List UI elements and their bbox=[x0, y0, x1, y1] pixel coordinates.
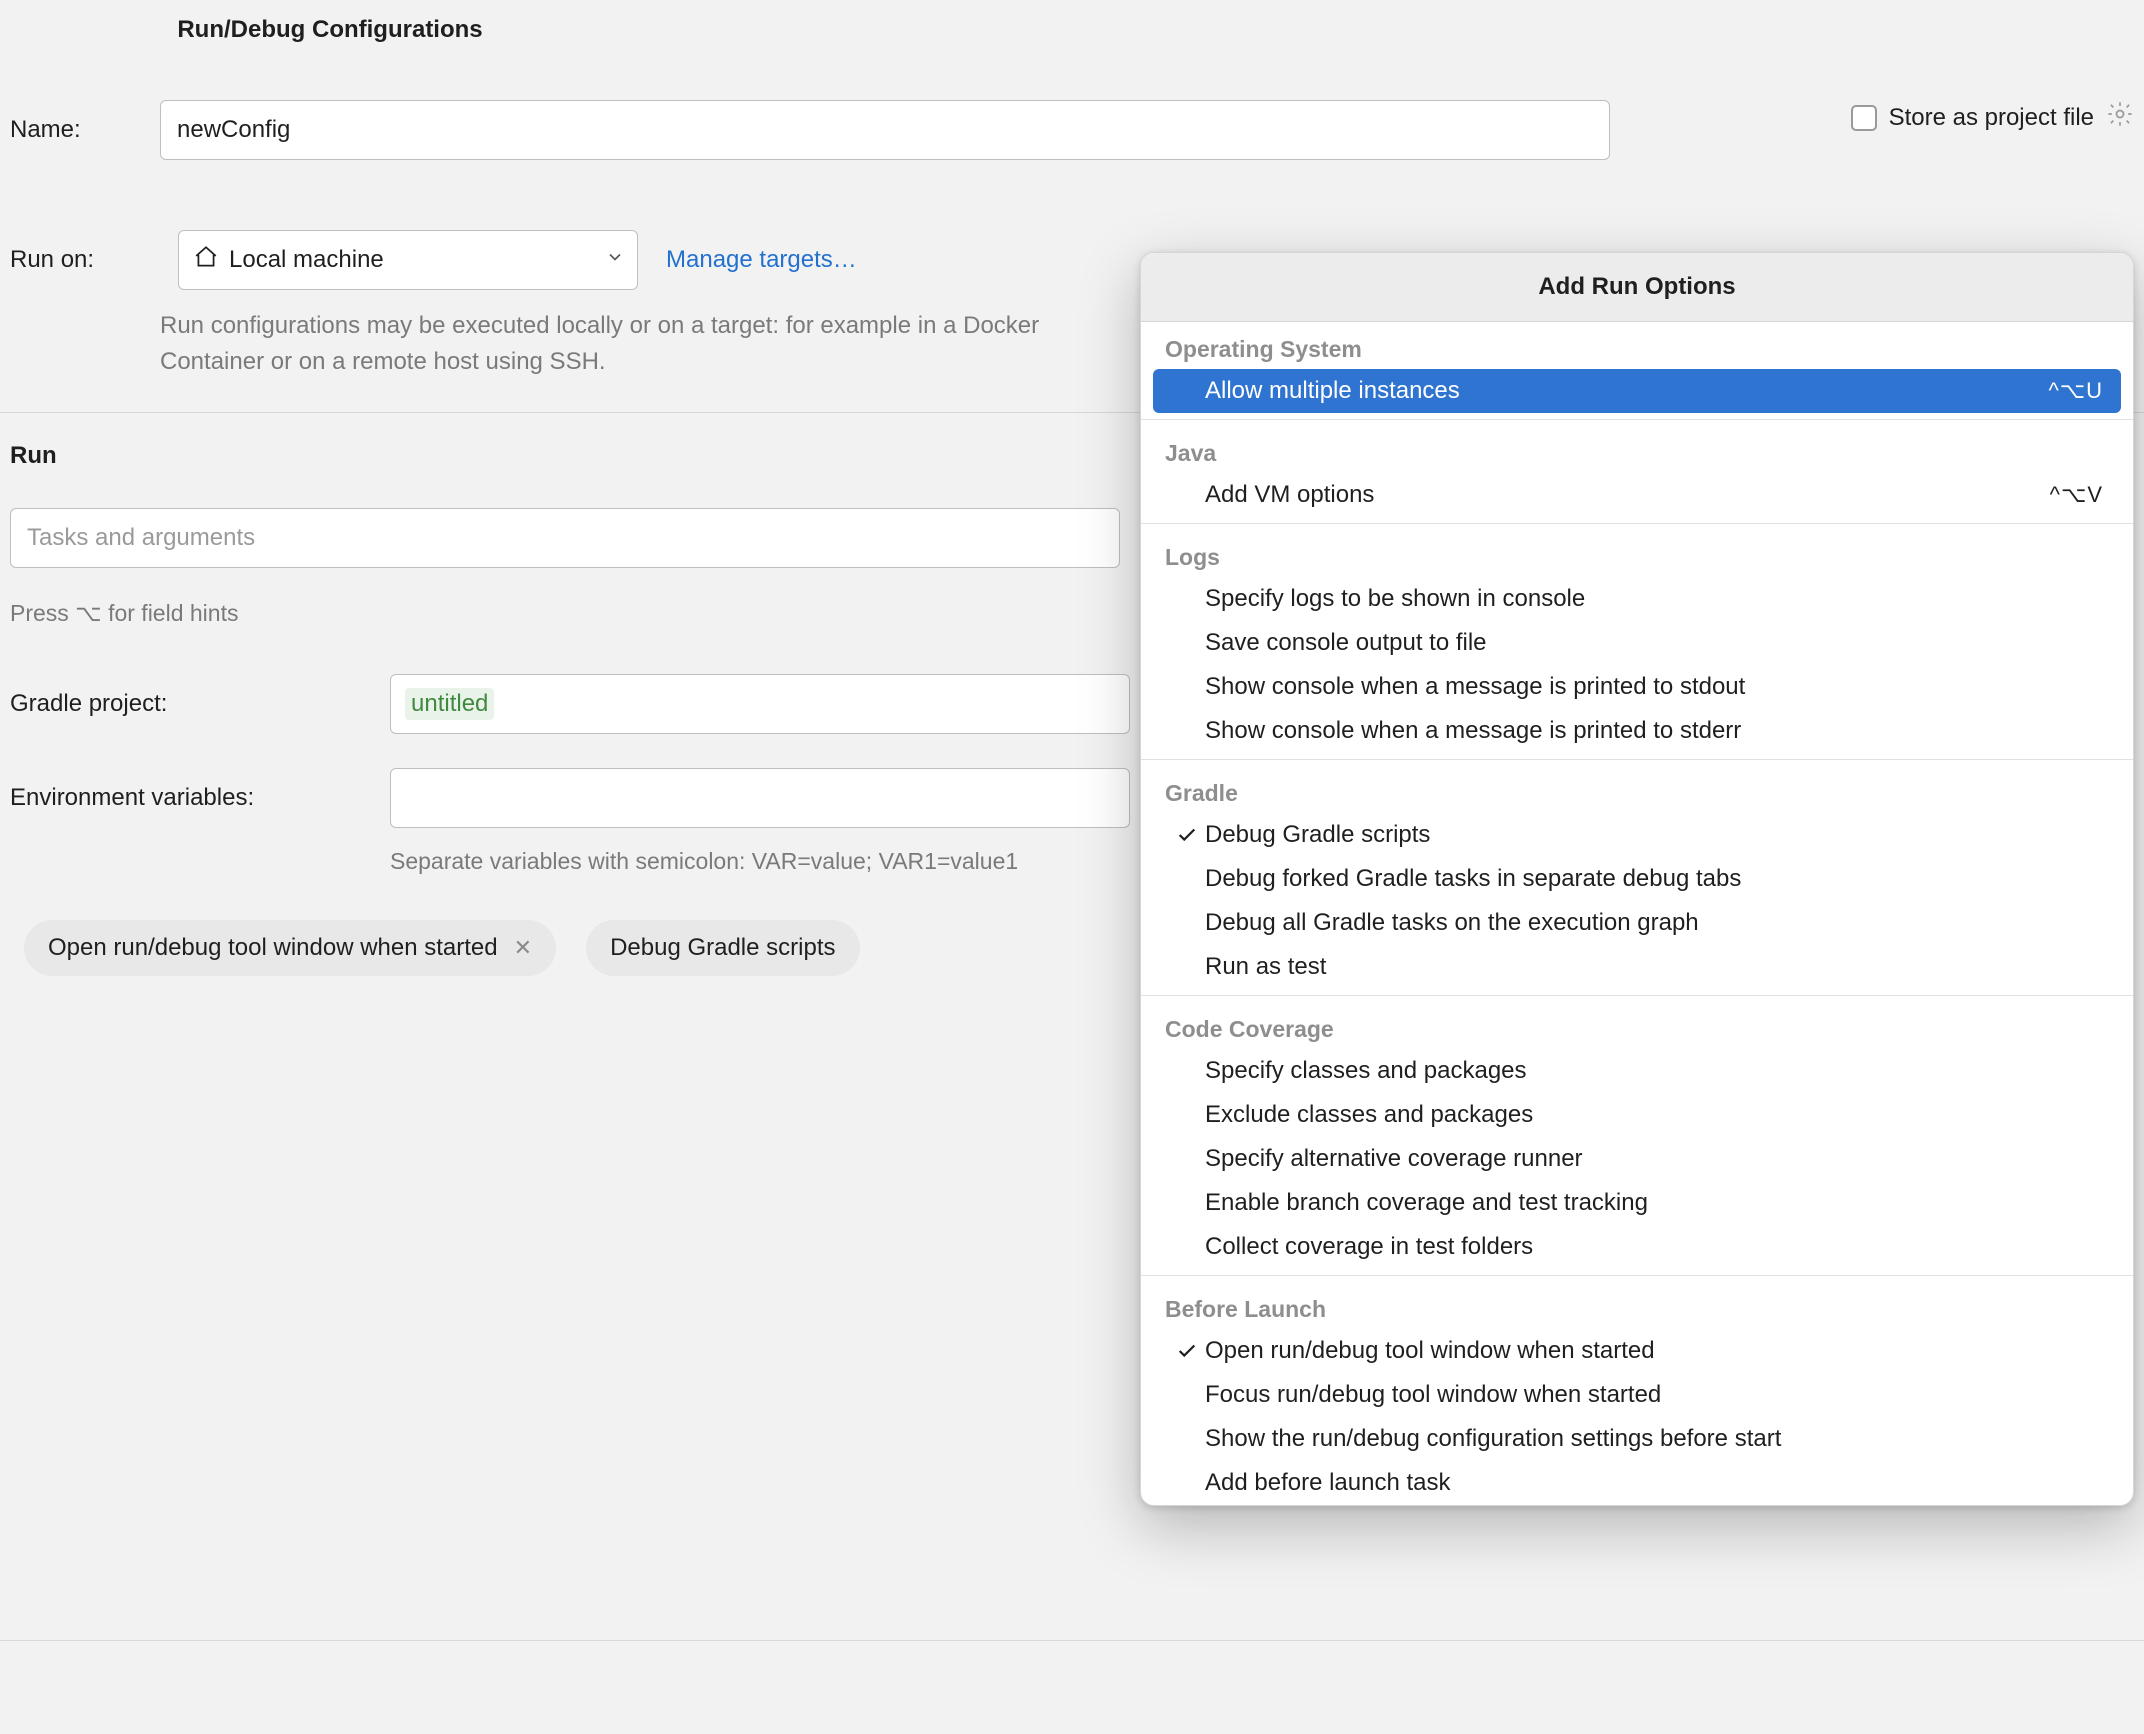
add-run-options-popup: Add Run Options Operating SystemAllow mu… bbox=[1140, 252, 2134, 1506]
popup-group-label: Gradle bbox=[1141, 766, 2133, 813]
gradle-project-label: Gradle project: bbox=[10, 690, 390, 718]
popup-item-label: Debug forked Gradle tasks in separate de… bbox=[1205, 865, 2109, 893]
chevron-down-icon bbox=[605, 246, 625, 274]
popup-divider bbox=[1141, 759, 2133, 760]
popup-item[interactable]: Save console output to file bbox=[1141, 621, 2133, 665]
popup-item[interactable]: Add VM options^⌥V bbox=[1141, 473, 2133, 517]
chip-label: Debug Gradle scripts bbox=[610, 934, 835, 962]
field-hints: Press ⌥ for field hints bbox=[10, 600, 238, 627]
store-as-project-file-label: Store as project file bbox=[1889, 104, 2094, 132]
home-icon bbox=[193, 244, 219, 277]
popup-item[interactable]: Open run/debug tool window when started bbox=[1141, 1329, 2133, 1373]
popup-item-label: Debug all Gradle tasks on the execution … bbox=[1205, 909, 2109, 937]
popup-group-label: Before Launch bbox=[1141, 1282, 2133, 1329]
popup-item[interactable]: Enable branch coverage and test tracking bbox=[1141, 1181, 2133, 1225]
dialog-title: Run/Debug Configurations bbox=[0, 16, 660, 44]
popup-item[interactable]: Debug forked Gradle tasks in separate de… bbox=[1141, 857, 2133, 901]
manage-targets-link[interactable]: Manage targets… bbox=[666, 246, 857, 274]
popup-item-label: Save console output to file bbox=[1205, 629, 2109, 657]
popup-group-label: Logs bbox=[1141, 530, 2133, 577]
popup-item-label: Show the run/debug configuration setting… bbox=[1205, 1425, 2109, 1453]
popup-divider bbox=[1141, 995, 2133, 996]
popup-item[interactable]: Specify logs to be shown in console bbox=[1141, 577, 2133, 621]
popup-item-shortcut: ^⌥U bbox=[2048, 378, 2109, 404]
chip-open-tool-window[interactable]: Open run/debug tool window when started … bbox=[24, 920, 556, 976]
runon-label: Run on: bbox=[10, 246, 150, 274]
popup-item-label: Specify classes and packages bbox=[1205, 1057, 2109, 1085]
popup-item[interactable]: Run as test bbox=[1141, 945, 2133, 989]
popup-group-label: Operating System bbox=[1141, 322, 2133, 369]
popup-item-label: Collect coverage in test folders bbox=[1205, 1233, 2109, 1261]
popup-title: Add Run Options bbox=[1141, 253, 2133, 322]
gradle-project-input[interactable]: untitled bbox=[390, 674, 1130, 734]
gradle-project-value: untitled bbox=[405, 688, 494, 720]
check-icon bbox=[1169, 1340, 1205, 1362]
name-input[interactable] bbox=[160, 100, 1610, 160]
popup-item-label: Focus run/debug tool window when started bbox=[1205, 1381, 2109, 1409]
popup-item[interactable]: Show console when a message is printed t… bbox=[1141, 709, 2133, 753]
chip-label: Open run/debug tool window when started bbox=[48, 934, 498, 962]
env-variables-input[interactable] bbox=[390, 768, 1130, 828]
popup-item[interactable]: Specify classes and packages bbox=[1141, 1049, 2133, 1093]
popup-item[interactable]: Exclude classes and packages bbox=[1141, 1093, 2133, 1137]
chip-debug-gradle-scripts[interactable]: Debug Gradle scripts bbox=[586, 920, 859, 976]
popup-item-label: Add VM options bbox=[1205, 481, 2050, 509]
popup-item[interactable]: Debug all Gradle tasks on the execution … bbox=[1141, 901, 2133, 945]
popup-item-label: Debug Gradle scripts bbox=[1205, 821, 2109, 849]
popup-item[interactable]: Allow multiple instances^⌥U bbox=[1153, 369, 2121, 413]
store-as-project-file-checkbox[interactable] bbox=[1851, 105, 1877, 131]
popup-item[interactable]: Focus run/debug tool window when started bbox=[1141, 1373, 2133, 1417]
gear-icon[interactable] bbox=[2106, 100, 2134, 135]
popup-item-label: Open run/debug tool window when started bbox=[1205, 1337, 2109, 1365]
runon-combo[interactable]: Local machine bbox=[178, 230, 638, 290]
popup-item-label: Specify logs to be shown in console bbox=[1205, 585, 2109, 613]
bottom-divider bbox=[0, 1640, 2144, 1641]
popup-item-label: Add before launch task bbox=[1205, 1469, 2109, 1497]
env-hint: Separate variables with semicolon: VAR=v… bbox=[390, 848, 1018, 875]
tasks-and-arguments-input[interactable] bbox=[10, 508, 1120, 568]
popup-item[interactable]: Show the run/debug configuration setting… bbox=[1141, 1417, 2133, 1461]
popup-item-label: Show console when a message is printed t… bbox=[1205, 717, 2109, 745]
popup-group-label: Java bbox=[1141, 426, 2133, 473]
popup-item-label: Run as test bbox=[1205, 953, 2109, 981]
check-icon bbox=[1169, 824, 1205, 846]
popup-item-label: Specify alternative coverage runner bbox=[1205, 1145, 2109, 1173]
popup-item[interactable]: Debug Gradle scripts bbox=[1141, 813, 2133, 857]
popup-item-label: Exclude classes and packages bbox=[1205, 1101, 2109, 1129]
popup-divider bbox=[1141, 1275, 2133, 1276]
popup-item-label: Enable branch coverage and test tracking bbox=[1205, 1189, 2109, 1217]
runon-value: Local machine bbox=[229, 246, 384, 274]
popup-divider bbox=[1141, 523, 2133, 524]
popup-item-label: Allow multiple instances bbox=[1205, 377, 2048, 405]
close-icon[interactable]: ✕ bbox=[514, 935, 532, 961]
popup-item[interactable]: Specify alternative coverage runner bbox=[1141, 1137, 2133, 1181]
run-heading: Run bbox=[10, 442, 57, 470]
popup-item[interactable]: Add before launch task bbox=[1141, 1461, 2133, 1505]
env-variables-label: Environment variables: bbox=[10, 784, 390, 812]
popup-divider bbox=[1141, 419, 2133, 420]
runon-hint: Run configurations may be executed local… bbox=[160, 308, 1060, 380]
popup-item-shortcut: ^⌥V bbox=[2050, 482, 2109, 508]
popup-item[interactable]: Show console when a message is printed t… bbox=[1141, 665, 2133, 709]
popup-item[interactable]: Collect coverage in test folders bbox=[1141, 1225, 2133, 1269]
popup-item-label: Show console when a message is printed t… bbox=[1205, 673, 2109, 701]
name-label: Name: bbox=[10, 116, 160, 144]
popup-group-label: Code Coverage bbox=[1141, 1002, 2133, 1049]
